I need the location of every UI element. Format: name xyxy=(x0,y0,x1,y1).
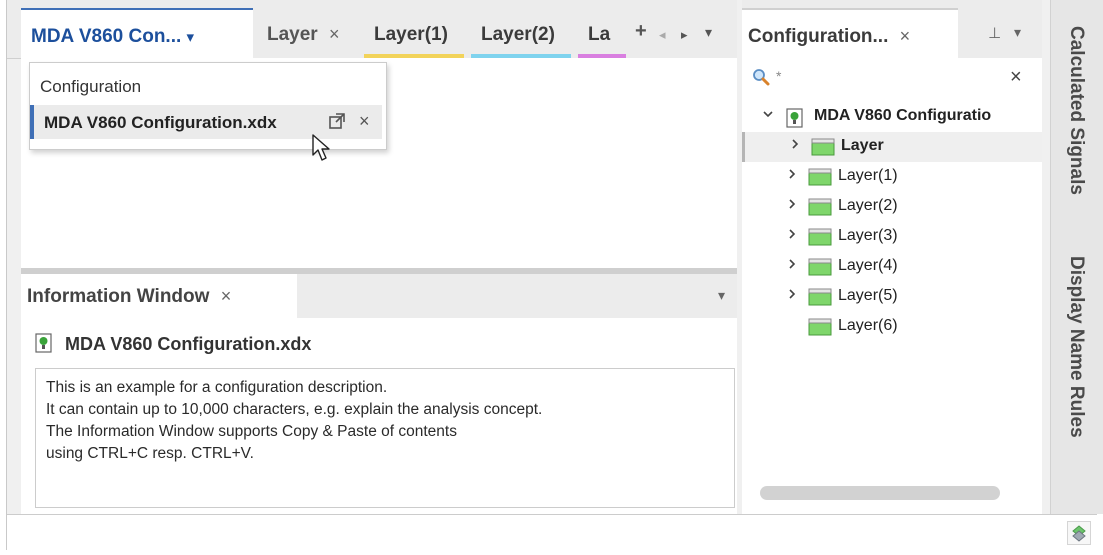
tab-label: Layer(2) xyxy=(481,24,555,45)
tab-layer-2[interactable]: Layer(2) xyxy=(471,8,571,58)
add-tab-button[interactable]: + xyxy=(635,20,647,43)
mouse-cursor-icon xyxy=(312,134,330,161)
tab-label: Layer xyxy=(267,24,318,45)
tree-node-layer-3[interactable]: Layer(3) xyxy=(742,222,1042,252)
tree-node-layer-4[interactable]: Layer(4) xyxy=(742,252,1042,282)
tree-node-label: Layer(5) xyxy=(838,287,898,304)
expand-chevron-icon[interactable] xyxy=(786,167,798,184)
tab-calculated-signals[interactable]: Calculated Signals xyxy=(1065,26,1087,195)
configuration-panel-tab-bar: Configuration... × ⊥ ▾ xyxy=(742,0,1042,58)
close-icon[interactable]: × xyxy=(900,26,911,46)
tab-configuration[interactable]: Configuration... × xyxy=(742,8,958,58)
tree-node-label: Layer(6) xyxy=(838,317,898,334)
collapse-chevron-icon[interactable] xyxy=(762,107,774,124)
layer-folder-icon xyxy=(808,198,832,216)
description-line: using CTRL+C resp. CTRL+V. xyxy=(46,445,254,462)
configuration-file-icon xyxy=(786,108,803,128)
expand-chevron-icon[interactable] xyxy=(786,287,798,304)
tree-node-layer-2[interactable]: Layer(2) xyxy=(742,192,1042,222)
tab-label: Layer(1) xyxy=(374,24,448,45)
information-window-body: MDA V860 Configuration.xdx This is an ex… xyxy=(21,318,737,514)
tab-layer-1[interactable]: Layer(1) xyxy=(364,8,464,58)
layer-folder-icon xyxy=(808,288,832,306)
tab-layer-truncated[interactable]: La xyxy=(578,8,626,58)
tree-node-label: Layer xyxy=(841,137,884,154)
tab-label: MDA V860 Con... xyxy=(31,26,182,47)
horizontal-scrollbar[interactable] xyxy=(760,486,1000,500)
description-textbox[interactable]: This is an example for a configuration d… xyxy=(35,368,735,508)
expand-chevron-icon[interactable] xyxy=(786,257,798,274)
scroll-left-icon[interactable]: ◂ xyxy=(659,27,666,43)
tab-layer[interactable]: Layer × xyxy=(257,8,357,58)
tab-mda-v860-configuration[interactable]: MDA V860 Con... ▾ xyxy=(21,8,253,58)
side-tab-strip: Calculated Signals Display Name Rules xyxy=(1050,0,1103,514)
scroll-right-icon[interactable]: ▸ xyxy=(681,27,688,43)
dropdown-header: Configuration xyxy=(40,77,142,96)
configuration-file-icon xyxy=(35,333,52,353)
tree-node-layer-5[interactable]: Layer(5) xyxy=(742,282,1042,312)
info-title: MDA V860 Configuration.xdx xyxy=(35,333,312,355)
panel-menu-icon[interactable]: ▾ xyxy=(1014,24,1021,41)
tab-dropdown-icon[interactable]: ▾ xyxy=(187,29,195,46)
status-indicator-icon[interactable] xyxy=(1067,521,1091,545)
layer-folder-icon xyxy=(808,318,832,336)
tab-list-menu-icon[interactable]: ▾ xyxy=(705,24,712,41)
expand-chevron-icon[interactable] xyxy=(786,197,798,214)
tree-node-label: Layer(1) xyxy=(838,167,898,184)
tab-label: Configuration... xyxy=(748,26,889,47)
status-bar xyxy=(7,514,1097,551)
tab-display-name-rules[interactable]: Display Name Rules xyxy=(1065,256,1087,438)
document-tab-strip: MDA V860 Con... ▾ Layer × Layer(1) Layer… xyxy=(7,0,737,59)
expand-chevron-icon[interactable] xyxy=(786,227,798,244)
layer-folder-icon xyxy=(811,138,835,156)
search-input[interactable]: * xyxy=(776,68,781,84)
expand-chevron-icon[interactable] xyxy=(789,137,801,154)
tab-label: Information Window xyxy=(27,286,210,307)
close-icon[interactable]: × xyxy=(329,24,340,44)
clear-search-icon[interactable]: × xyxy=(1010,66,1022,89)
dropdown-item-label: MDA V860 Configuration.xdx xyxy=(44,113,277,132)
pin-icon[interactable]: ⊥ xyxy=(988,24,1001,42)
tab-information-window[interactable]: Information Window × xyxy=(21,274,297,318)
info-title-text: MDA V860 Configuration.xdx xyxy=(65,334,312,354)
layer-folder-icon xyxy=(808,258,832,276)
tab-label: La xyxy=(588,24,611,45)
application-frame: MDA V860 Con... ▾ Layer × Layer(1) Layer… xyxy=(6,0,1103,551)
tree-node-label: MDA V860 Configuratio xyxy=(814,107,992,124)
tree-node-layer-1[interactable]: Layer(1) xyxy=(742,162,1042,192)
description-line: It can contain up to 10,000 characters, … xyxy=(46,401,543,418)
information-window-tab-bar: Information Window × ▾ xyxy=(21,274,737,318)
close-icon[interactable]: × xyxy=(359,111,370,132)
configuration-panel-body: * × MDA V860 Configuratio Layer Layer(1) xyxy=(742,58,1042,514)
search-icon xyxy=(753,69,770,86)
tree-node-layer-6[interactable]: Layer(6) xyxy=(742,312,1042,342)
close-icon[interactable]: × xyxy=(221,286,232,306)
tree-node-layer[interactable]: Layer xyxy=(742,132,1042,162)
search-bar[interactable]: * × xyxy=(742,60,1042,94)
tree-node-label: Layer(3) xyxy=(838,227,898,244)
open-external-icon[interactable] xyxy=(328,112,346,130)
tree-node-configuration-root[interactable]: MDA V860 Configuratio xyxy=(742,102,1042,132)
tree-node-label: Layer(4) xyxy=(838,257,898,274)
description-line: This is an example for a configuration d… xyxy=(46,379,388,396)
description-line: The Information Window supports Copy & P… xyxy=(46,423,457,440)
layer-folder-icon xyxy=(808,228,832,246)
tree-node-label: Layer(2) xyxy=(838,197,898,214)
layer-folder-icon xyxy=(808,168,832,186)
panel-menu-icon[interactable]: ▾ xyxy=(718,287,725,304)
